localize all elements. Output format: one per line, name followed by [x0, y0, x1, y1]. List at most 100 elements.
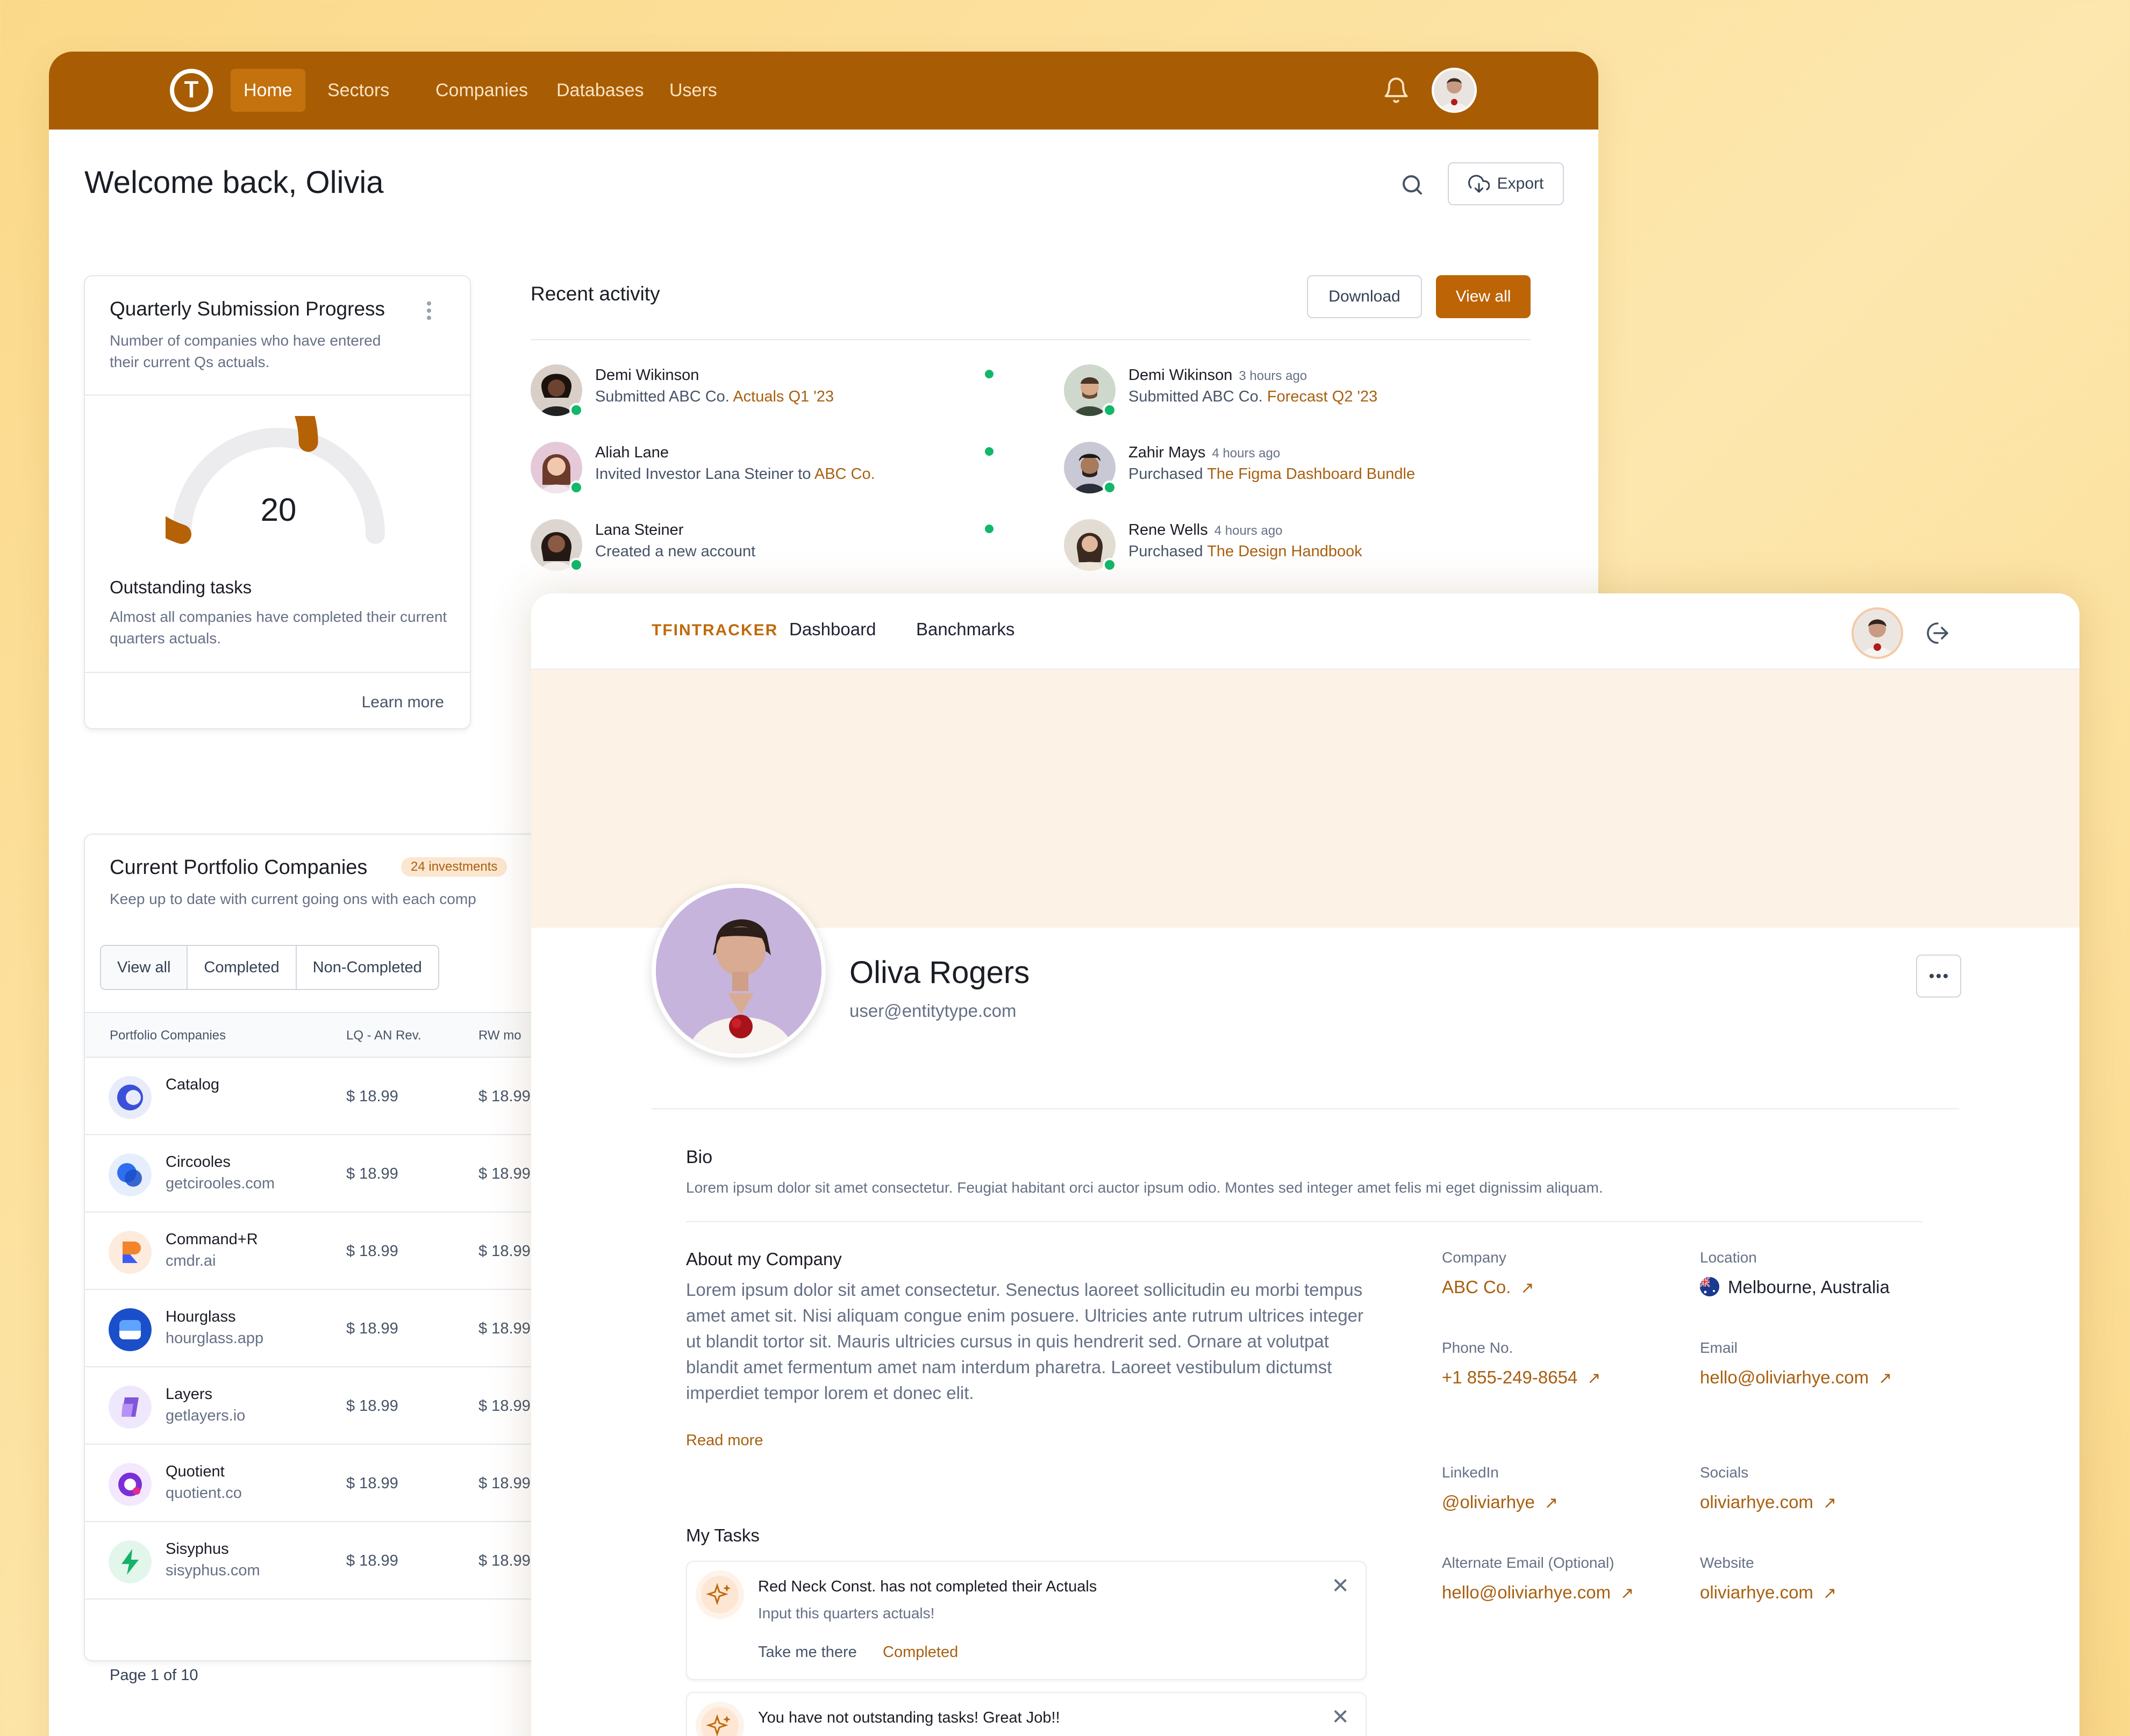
search-icon[interactable] — [1399, 172, 1425, 198]
app-logo[interactable]: T — [170, 69, 213, 112]
company-link[interactable]: ABC Co. ↗ — [1442, 1277, 1534, 1297]
online-status — [569, 403, 583, 417]
take-me-there-link[interactable]: Take me there — [758, 1644, 857, 1661]
email-info: Email hello@oliviarhye.com ↗ — [1700, 1339, 1892, 1388]
alt-email-link[interactable]: hello@oliviarhye.com ↗ — [1442, 1582, 1634, 1603]
download-button[interactable]: Download — [1307, 275, 1422, 318]
online-status — [1103, 558, 1117, 572]
divider — [531, 339, 1531, 340]
nav-companies[interactable]: Companies — [423, 69, 541, 112]
learn-more-link[interactable]: Learn more — [362, 693, 444, 712]
circooles-logo-icon — [109, 1153, 152, 1196]
unread-indicator — [985, 370, 993, 378]
profile-photo — [652, 884, 826, 1058]
company-site: getcirooles.com — [166, 1175, 275, 1192]
completed-link[interactable]: Completed — [883, 1644, 958, 1661]
arrow-up-right-icon: ↗ — [1822, 1584, 1837, 1602]
cell-value: $ 18.99 — [478, 1552, 531, 1569]
more-options-button[interactable] — [1916, 955, 1961, 998]
socials-info: Socials oliviarhye.com ↗ — [1700, 1464, 1836, 1512]
activity-user: Lana Steiner — [595, 521, 684, 539]
nav-databases[interactable]: Databases — [544, 69, 657, 112]
activity-item[interactable]: Demi Wikinson Submitted ABC Co. Actuals … — [531, 364, 1014, 424]
info-label: Socials — [1700, 1464, 1749, 1481]
phone-link[interactable]: +1 855-249-8654 ↗ — [1442, 1367, 1600, 1388]
activity-link[interactable]: ABC Co. — [814, 465, 875, 483]
info-label: Alternate Email (Optional) — [1442, 1554, 1614, 1571]
company-name: Layers — [166, 1386, 213, 1403]
divider — [652, 1108, 1959, 1109]
cloud-download-icon — [1468, 175, 1490, 193]
cell-value: $ 18.99 — [478, 1397, 531, 1415]
column-header[interactable]: LQ - AN Rev. — [346, 1028, 421, 1043]
activity-user: Demi Wikinson 3 hours ago — [1128, 367, 1307, 384]
info-label: Company — [1442, 1249, 1506, 1266]
nav-benchmarks[interactable]: Banchmarks — [916, 619, 1014, 640]
logout-icon[interactable] — [1925, 620, 1950, 646]
company-name: Catalog — [166, 1076, 219, 1093]
company-site: quotient.co — [166, 1484, 242, 1502]
nav-home[interactable]: Home — [231, 69, 305, 112]
kebab-menu-icon[interactable] — [424, 300, 434, 321]
about-company-text: Lorem ipsum dolor sit amet consectetur. … — [686, 1280, 1364, 1403]
top-navbar: T Home Sectors Companies Databases Users — [49, 52, 1598, 130]
info-label: Location — [1700, 1249, 1757, 1266]
activity-item[interactable]: Aliah Lane Invited Investor Lana Steiner… — [531, 442, 1014, 501]
quotient-logo-icon — [109, 1463, 152, 1506]
alt-email-info: Alternate Email (Optional) hello@oliviar… — [1442, 1554, 1634, 1603]
info-label: LinkedIn — [1442, 1464, 1499, 1481]
cell-value: $ 18.99 — [346, 1088, 398, 1105]
activity-link[interactable]: Actuals Q1 '23 — [733, 388, 834, 405]
tab-view-all[interactable]: View all — [101, 946, 188, 989]
nav-users[interactable]: Users — [656, 69, 730, 112]
website-link[interactable]: oliviarhye.com ↗ — [1700, 1582, 1836, 1603]
arrow-up-right-icon: ↗ — [1544, 1494, 1559, 1512]
linkedin-link[interactable]: @oliviarhye ↗ — [1442, 1492, 1558, 1512]
info-label: Website — [1700, 1554, 1754, 1571]
socials-link[interactable]: oliviarhye.com ↗ — [1700, 1492, 1836, 1512]
nav-dashboard[interactable]: Dashboard — [789, 619, 876, 640]
activity-link[interactable]: Forecast Q2 '23 — [1267, 388, 1377, 405]
activity-user: Demi Wikinson — [595, 367, 699, 384]
bio-title: Bio — [686, 1147, 713, 1167]
bell-icon[interactable] — [1382, 76, 1410, 104]
commandr-logo-icon — [109, 1231, 152, 1274]
read-more-link[interactable]: Read more — [686, 1432, 763, 1450]
avatar[interactable] — [1852, 607, 1903, 659]
activity-link[interactable]: The Design Handbook — [1207, 543, 1362, 560]
page-title: Welcome back, Olivia — [84, 165, 384, 200]
info-label: Email — [1700, 1339, 1738, 1356]
activity-time: 4 hours ago — [1212, 446, 1281, 461]
email-link[interactable]: hello@oliviarhye.com ↗ — [1700, 1367, 1892, 1388]
activity-item[interactable]: Demi Wikinson 3 hours ago Submitted ABC C… — [1064, 364, 1548, 424]
activity-item[interactable]: Zahir Mays 4 hours ago Purchased The Figm… — [1064, 442, 1548, 501]
nav-sectors[interactable]: Sectors — [315, 69, 402, 112]
export-button[interactable]: Export — [1448, 162, 1564, 205]
close-icon[interactable]: ✕ — [1331, 1574, 1349, 1598]
cell-value: $ 18.99 — [346, 1243, 398, 1260]
profile-name: Oliva Rogers — [849, 955, 1030, 990]
view-all-button[interactable]: View all — [1436, 275, 1531, 318]
activity-item[interactable]: Rene Wells 4 hours ago Purchased The Desi… — [1064, 519, 1548, 578]
bio-text: Lorem ipsum dolor sit amet consectetur. … — [686, 1179, 1603, 1196]
user-avatar[interactable] — [1432, 68, 1477, 113]
company-name: Command+R — [166, 1231, 258, 1248]
activity-link[interactable]: The Figma Dashboard Bundle — [1207, 465, 1415, 483]
column-header[interactable]: RW mo — [478, 1028, 521, 1043]
column-header[interactable]: Portfolio Companies — [110, 1028, 226, 1043]
company-name: Hourglass — [166, 1308, 236, 1325]
divider — [85, 394, 470, 396]
activity-item[interactable]: Lana Steiner Created a new account — [531, 519, 1014, 578]
arrow-up-right-icon: ↗ — [1822, 1494, 1837, 1512]
arrow-up-right-icon: ↗ — [1878, 1369, 1892, 1387]
tab-completed[interactable]: Completed — [188, 946, 297, 989]
brand-logo[interactable]: TFINTRACKER — [652, 621, 778, 640]
profile-email: user@entitytype.com — [849, 1001, 1017, 1021]
profile-window: TFINTRACKER Dashboard Banchmarks Oliva R… — [531, 593, 2079, 1736]
tab-non-completed[interactable]: Non-Completed — [296, 946, 438, 989]
company-site: hourglass.app — [166, 1330, 264, 1347]
online-status — [1103, 480, 1117, 494]
close-icon[interactable]: ✕ — [1331, 1705, 1349, 1730]
task-description: Input this quarters actuals! — [758, 1605, 935, 1622]
cell-value: $ 18.99 — [478, 1320, 531, 1337]
